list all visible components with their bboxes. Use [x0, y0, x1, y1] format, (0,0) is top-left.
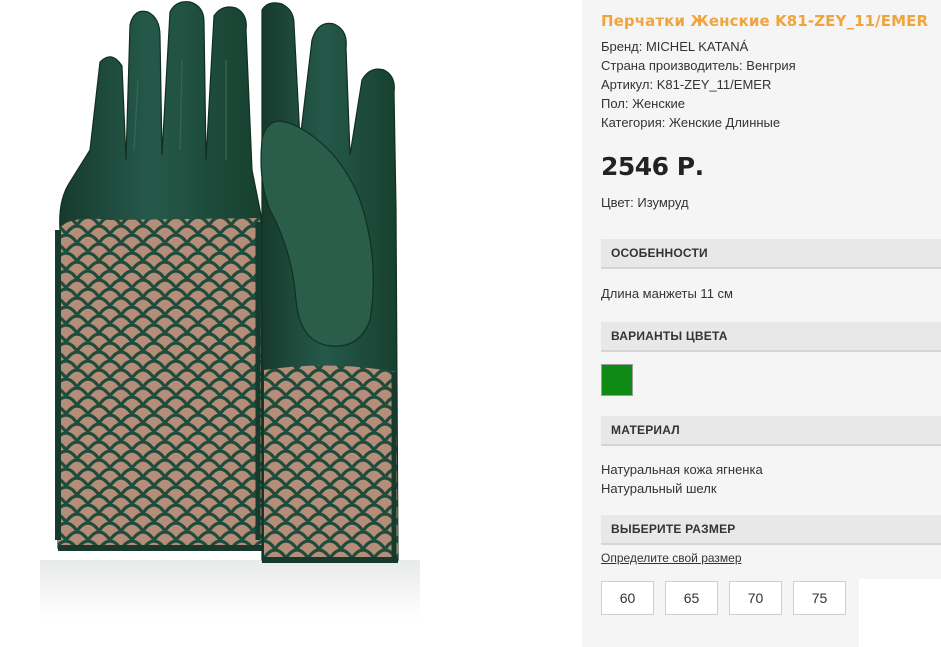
size-option-65[interactable]: 65	[665, 581, 718, 615]
features-text: Длина манжеты 11 см	[601, 286, 733, 301]
size-guide-link[interactable]: Определите свой размер	[601, 551, 742, 565]
material-line-1: Натуральная кожа ягненка	[601, 462, 763, 477]
gender-line: Пол: Женские	[601, 96, 686, 111]
product-info-panel: Перчатки Женские K81-ZEY_11/EMER Бренд: …	[582, 0, 941, 647]
material-line-2: Натуральный шелк	[601, 481, 717, 496]
gloves-illustration	[40, 1, 420, 620]
material-heading: МАТЕРИАЛ	[601, 416, 941, 446]
right-glove	[260, 2, 399, 563]
size-option-70[interactable]: 70	[729, 581, 782, 615]
product-title: Перчатки Женские K81-ZEY_11/EMER	[601, 12, 929, 30]
article-line: Артикул: K81-ZEY_11/EMER	[601, 77, 772, 92]
size-option-75[interactable]: 75	[793, 581, 846, 615]
features-heading: ОСОБЕННОСТИ	[601, 239, 941, 269]
left-glove	[55, 1, 263, 551]
color-line: Цвет: Изумруд	[601, 195, 689, 210]
country-line: Страна производитель: Венгрия	[601, 58, 796, 73]
color-swatch-emerald[interactable]	[601, 364, 633, 396]
category-line: Категория: Женские Длинные	[601, 115, 781, 130]
color-variants-heading: ВАРИАНТЫ ЦВЕТА	[601, 322, 941, 352]
overlay-mask	[859, 579, 941, 647]
product-image	[0, 0, 582, 647]
size-option-60[interactable]: 60	[601, 581, 654, 615]
product-price: 2546 Р.	[601, 152, 704, 181]
size-heading: ВЫБЕРИТЕ РАЗМЕР	[601, 515, 941, 545]
brand-line: Бренд: MICHEL KATANÁ	[601, 39, 749, 54]
